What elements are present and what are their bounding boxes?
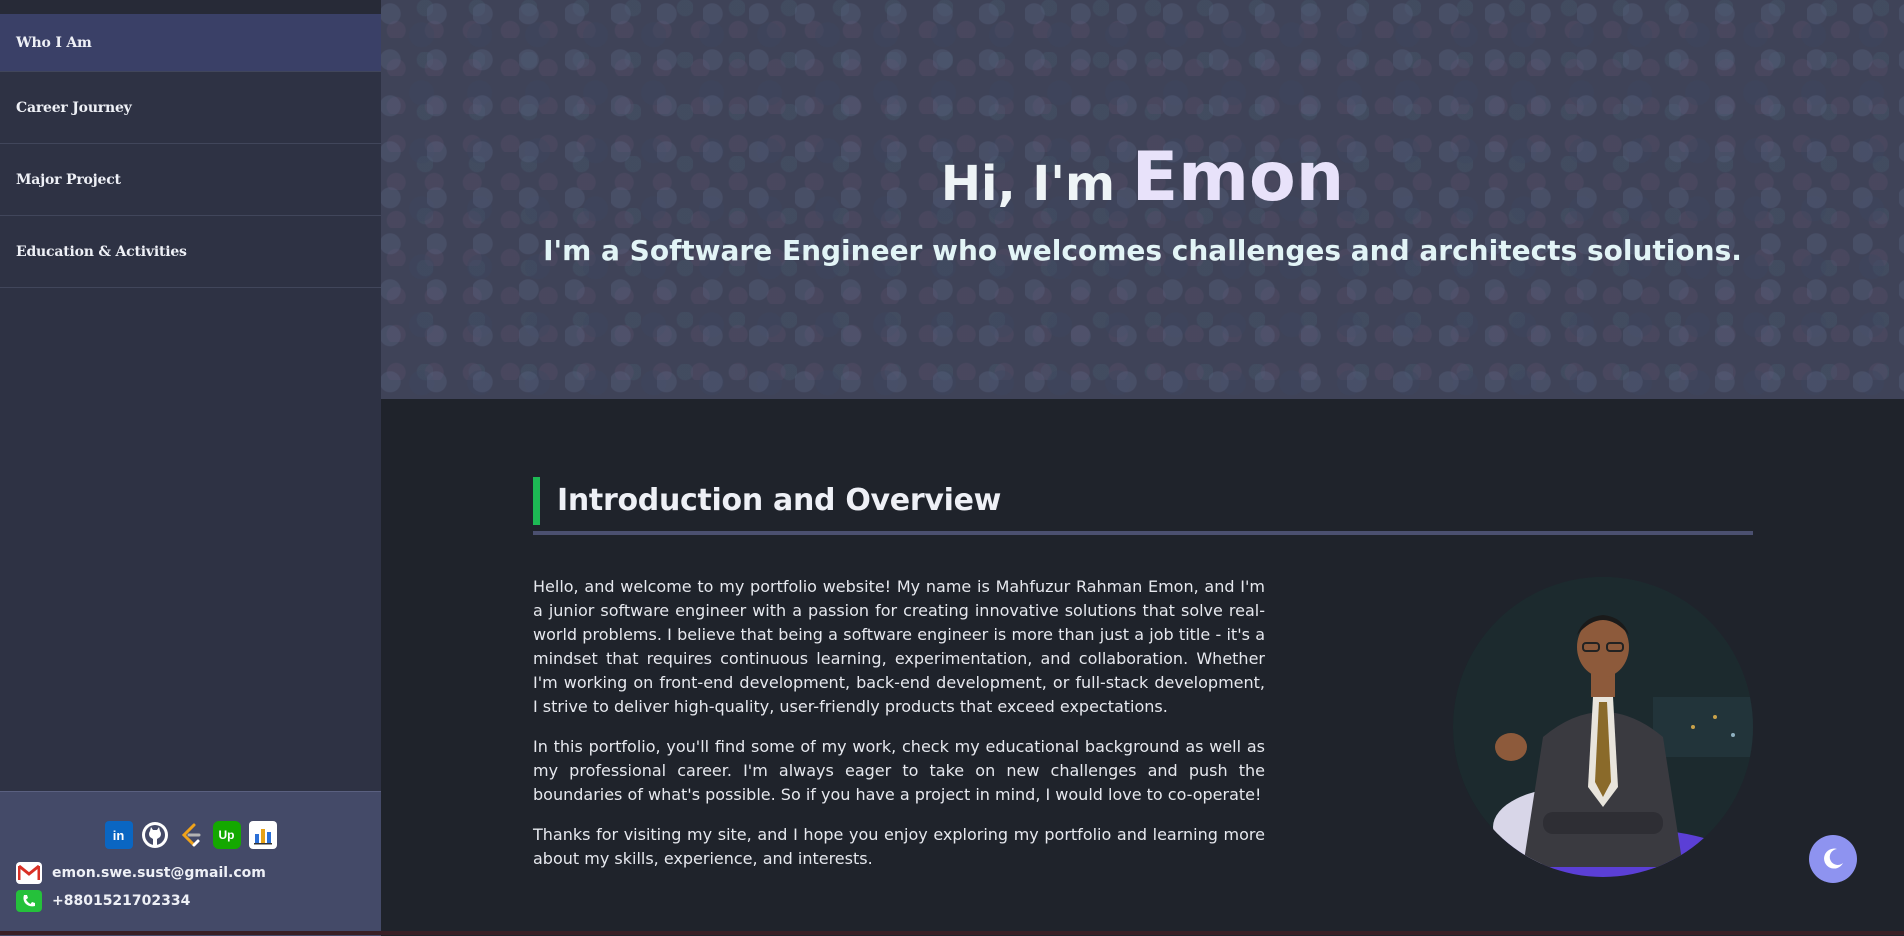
intro-text: Hello, and welcome to my portfolio websi…: [533, 575, 1265, 887]
hero-name: Emon: [1131, 138, 1345, 217]
heading-accent-bar: [533, 477, 540, 525]
intro-paragraph-2: In this portfolio, you'll find some of m…: [533, 737, 1265, 804]
mail-icon: [16, 862, 42, 884]
hero-banner: Hi, I'm Emon I'm a Software Engineer who…: [381, 0, 1904, 399]
sidebar: Who I Am Career Journey Major Project Ed…: [0, 0, 381, 936]
hero-title: Hi, I'm Emon: [381, 138, 1904, 217]
section-title: Introduction and Overview: [557, 483, 1002, 518]
sidebar-item-label: Who I Am: [16, 34, 92, 51]
contact-phone[interactable]: +8801521702334: [16, 890, 190, 912]
theme-toggle-button[interactable]: [1809, 835, 1857, 883]
intro-paragraph-1: Hello, and welcome to my portfolio websi…: [533, 577, 1265, 716]
sidebar-footer: in Up emon.swe.sust@gmail.com +880152170…: [0, 791, 381, 936]
social-links: in Up: [0, 821, 381, 849]
github-icon[interactable]: [141, 821, 169, 849]
leetcode-icon[interactable]: [177, 821, 205, 849]
contact-email[interactable]: emon.swe.sust@gmail.com: [16, 862, 266, 884]
linkedin-icon[interactable]: in: [104, 821, 133, 849]
intro-paragraph-3: Thanks for visiting my site, and I hope …: [533, 825, 1265, 868]
sidebar-item-label: Career Journey: [16, 99, 132, 116]
profile-photo: [1453, 577, 1753, 877]
upwork-icon[interactable]: Up: [212, 821, 241, 849]
email-text[interactable]: emon.swe.sust@gmail.com: [52, 865, 266, 881]
hero-greeting: Hi, I'm: [940, 156, 1115, 212]
sidebar-top-strip: [0, 0, 381, 14]
sidebar-item-career-journey[interactable]: Career Journey: [0, 72, 381, 144]
sidebar-item-label: Major Project: [16, 171, 121, 188]
sidebar-item-label: Education & Activities: [16, 243, 187, 260]
phone-text[interactable]: +8801521702334: [52, 893, 190, 909]
sidebar-item-who-i-am[interactable]: Who I Am: [0, 14, 381, 72]
section-heading: Introduction and Overview: [533, 477, 1753, 535]
sidebar-item-education-activities[interactable]: Education & Activities: [0, 216, 381, 288]
sidebar-item-major-project[interactable]: Major Project: [0, 144, 381, 216]
moon-icon: [1824, 848, 1843, 869]
bottom-strip: [0, 931, 1904, 935]
chart-icon[interactable]: [248, 821, 277, 849]
hero-subtitle: I'm a Software Engineer who welcomes cha…: [543, 234, 1742, 267]
phone-icon: [16, 890, 42, 912]
